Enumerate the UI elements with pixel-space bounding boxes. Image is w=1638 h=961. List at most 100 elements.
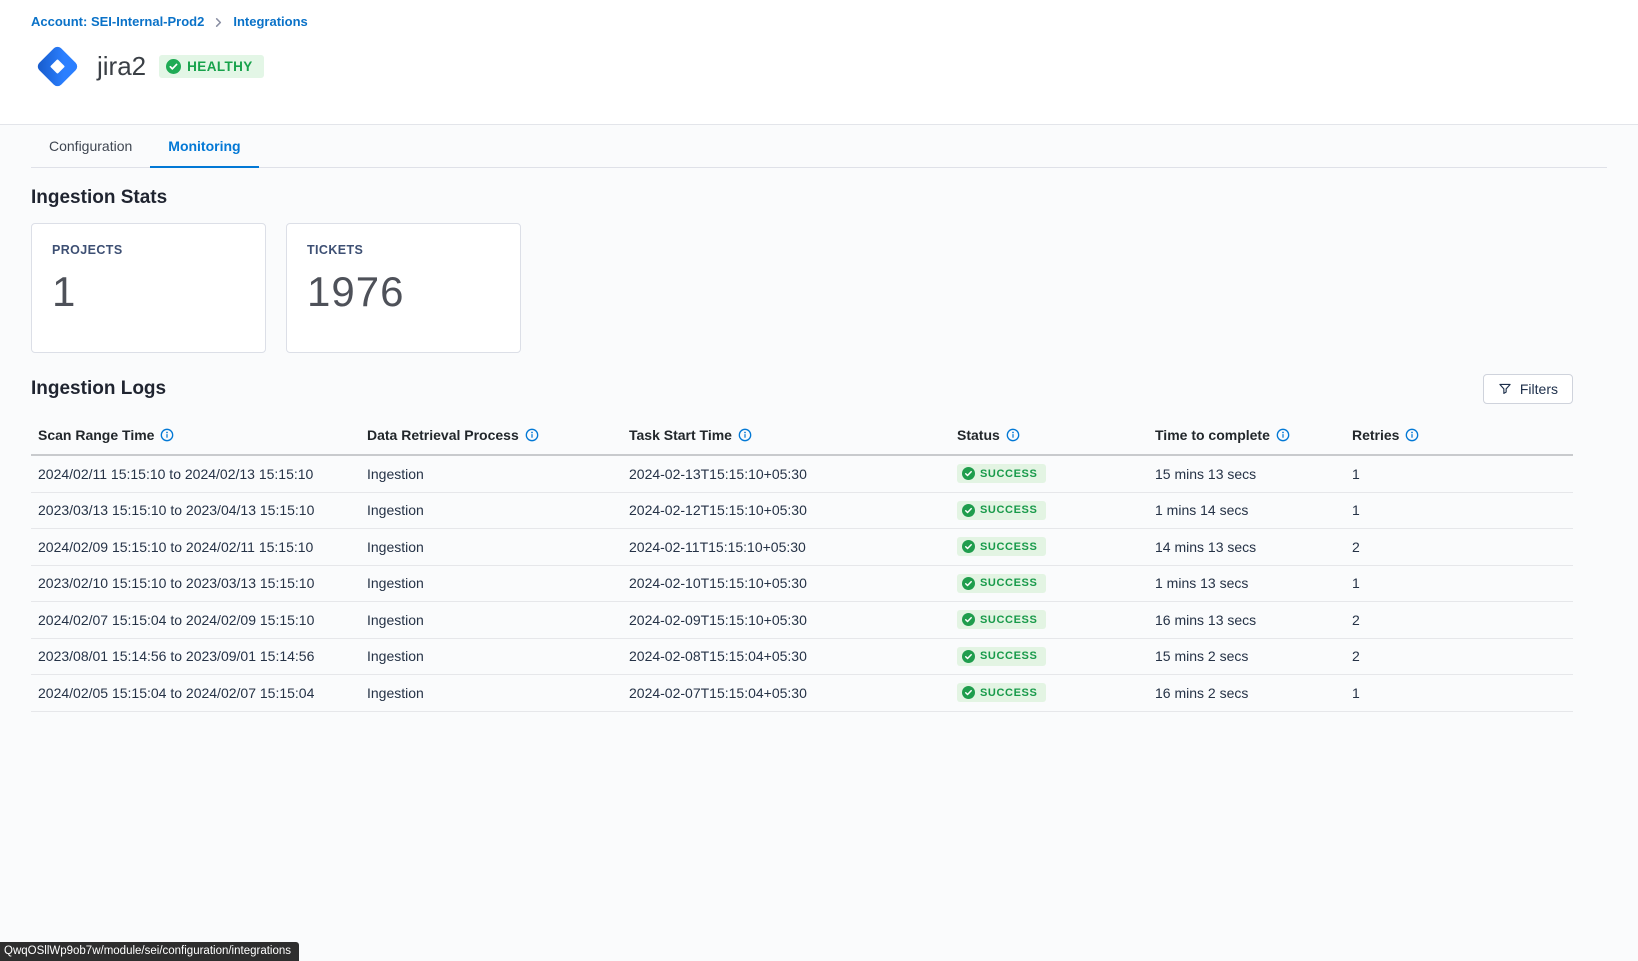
cell-status: SUCCESS: [950, 683, 1148, 702]
cell-status: SUCCESS: [950, 574, 1148, 593]
cell-data-retrieval-process: Ingestion: [360, 685, 622, 701]
status-label: SUCCESS: [980, 650, 1037, 662]
ingestion-stats-title: Ingestion Stats: [31, 187, 1607, 209]
cell-status: SUCCESS: [950, 610, 1148, 629]
chevron-right-icon: [213, 17, 224, 28]
cell-status: SUCCESS: [950, 647, 1148, 666]
cell-task-start-time: 2024-02-13T15:15:10+05:30: [622, 466, 950, 482]
ingestion-logs-title: Ingestion Logs: [31, 378, 166, 400]
tickets-stat-value: 1976: [307, 268, 500, 316]
column-header-scan-range-time[interactable]: Scan Range Time: [31, 427, 360, 443]
tab-monitoring[interactable]: Monitoring: [150, 125, 258, 168]
cell-task-start-time: 2024-02-10T15:15:10+05:30: [622, 575, 950, 591]
integration-title: jira2: [97, 51, 146, 82]
check-circle-icon: [962, 613, 975, 626]
cell-task-start-time: 2024-02-08T15:15:04+05:30: [622, 648, 950, 664]
cell-retries: 2: [1345, 539, 1573, 555]
cell-data-retrieval-process: Ingestion: [360, 466, 622, 482]
cell-time-to-complete: 1 mins 13 secs: [1148, 575, 1345, 591]
info-icon: [525, 428, 539, 442]
table-row[interactable]: 2024/02/07 15:15:04 to 2024/02/09 15:15:…: [31, 602, 1573, 639]
cell-time-to-complete: 16 mins 13 secs: [1148, 612, 1345, 628]
breadcrumb-account-link[interactable]: Account: SEI-Internal-Prod2: [31, 14, 204, 29]
ingestion-logs-table: Scan Range Time Data Retrieval Process Tas…: [31, 413, 1573, 712]
jira-logo-icon: [31, 40, 84, 93]
status-badge: SUCCESS: [957, 537, 1046, 556]
link-preview-statusbar: QwqOSllWp9ob7w/module/sei/configuration/…: [0, 942, 299, 961]
table-row[interactable]: 2024/02/09 15:15:10 to 2024/02/11 15:15:…: [31, 529, 1573, 566]
cell-status: SUCCESS: [950, 501, 1148, 520]
status-badge: SUCCESS: [957, 683, 1046, 702]
ingestion-logs-header: Ingestion Logs Filters: [31, 374, 1573, 404]
column-header-data-retrieval-process[interactable]: Data Retrieval Process: [360, 427, 622, 443]
filters-button[interactable]: Filters: [1483, 374, 1573, 404]
cell-task-start-time: 2024-02-12T15:15:10+05:30: [622, 502, 950, 518]
check-circle-icon: [166, 59, 181, 74]
cell-data-retrieval-process: Ingestion: [360, 575, 622, 591]
tickets-stat-card: TICKETS 1976: [286, 223, 521, 353]
cell-status: SUCCESS: [950, 464, 1148, 483]
column-header-task-start-time[interactable]: Task Start Time: [622, 427, 950, 443]
tab-configuration[interactable]: Configuration: [31, 125, 150, 167]
cell-time-to-complete: 16 mins 2 secs: [1148, 685, 1345, 701]
cell-task-start-time: 2024-02-09T15:15:10+05:30: [622, 612, 950, 628]
table-row[interactable]: 2023/08/01 15:14:56 to 2023/09/01 15:14:…: [31, 639, 1573, 676]
column-header-status[interactable]: Status: [950, 427, 1148, 443]
column-label: Data Retrieval Process: [367, 427, 519, 443]
info-icon: [1276, 428, 1290, 442]
info-icon: [1405, 428, 1419, 442]
cell-retries: 2: [1345, 612, 1573, 628]
filters-button-label: Filters: [1520, 381, 1558, 397]
check-circle-icon: [962, 686, 975, 699]
cell-data-retrieval-process: Ingestion: [360, 648, 622, 664]
cell-retries: 1: [1345, 575, 1573, 591]
breadcrumb-integrations-link[interactable]: Integrations: [233, 14, 307, 29]
cell-time-to-complete: 14 mins 13 secs: [1148, 539, 1345, 555]
table-body: 2024/02/11 15:15:10 to 2024/02/13 15:15:…: [31, 456, 1573, 712]
page-header: Account: SEI-Internal-Prod2 Integrations…: [0, 0, 1638, 125]
health-status-label: HEALTHY: [187, 59, 253, 74]
column-label: Task Start Time: [629, 427, 732, 443]
status-label: SUCCESS: [980, 687, 1037, 699]
cell-retries: 1: [1345, 466, 1573, 482]
funnel-icon: [1498, 382, 1512, 396]
cell-time-to-complete: 15 mins 2 secs: [1148, 648, 1345, 664]
cell-scan-range-time: 2024/02/05 15:15:04 to 2024/02/07 15:15:…: [31, 685, 360, 701]
status-badge: SUCCESS: [957, 501, 1046, 520]
cell-scan-range-time: 2023/03/13 15:15:10 to 2023/04/13 15:15:…: [31, 502, 360, 518]
cell-scan-range-time: 2023/02/10 15:15:10 to 2023/03/13 15:15:…: [31, 575, 360, 591]
check-circle-icon: [962, 540, 975, 553]
cell-task-start-time: 2024-02-11T15:15:10+05:30: [622, 539, 950, 555]
table-row[interactable]: 2023/02/10 15:15:10 to 2023/03/13 15:15:…: [31, 566, 1573, 603]
cell-task-start-time: 2024-02-07T15:15:04+05:30: [622, 685, 950, 701]
status-badge: SUCCESS: [957, 464, 1046, 483]
tab-bar: Configuration Monitoring: [31, 125, 1607, 168]
cell-retries: 2: [1345, 648, 1573, 664]
table-header-row: Scan Range Time Data Retrieval Process Tas…: [31, 413, 1573, 456]
cell-status: SUCCESS: [950, 537, 1148, 556]
table-row[interactable]: 2024/02/11 15:15:10 to 2024/02/13 15:15:…: [31, 456, 1573, 493]
status-badge: SUCCESS: [957, 610, 1046, 629]
projects-stat-label: PROJECTS: [52, 243, 245, 257]
table-row[interactable]: 2023/03/13 15:15:10 to 2023/04/13 15:15:…: [31, 493, 1573, 530]
info-icon: [738, 428, 752, 442]
check-circle-icon: [962, 577, 975, 590]
info-icon: [160, 428, 174, 442]
integration-titlebar: jira2 HEALTHY: [31, 40, 1607, 93]
cell-scan-range-time: 2024/02/09 15:15:10 to 2024/02/11 15:15:…: [31, 539, 360, 555]
column-header-retries[interactable]: Retries: [1345, 427, 1573, 443]
cell-scan-range-time: 2023/08/01 15:14:56 to 2023/09/01 15:14:…: [31, 648, 360, 664]
check-circle-icon: [962, 650, 975, 663]
cell-scan-range-time: 2024/02/11 15:15:10 to 2024/02/13 15:15:…: [31, 466, 360, 482]
status-label: SUCCESS: [980, 504, 1037, 516]
breadcrumb: Account: SEI-Internal-Prod2 Integrations: [31, 14, 1607, 29]
cell-data-retrieval-process: Ingestion: [360, 502, 622, 518]
check-circle-icon: [962, 504, 975, 517]
stats-cards: PROJECTS 1 TICKETS 1976: [31, 223, 1607, 353]
info-icon: [1006, 428, 1020, 442]
column-header-time-to-complete[interactable]: Time to complete: [1148, 427, 1345, 443]
table-row[interactable]: 2024/02/05 15:15:04 to 2024/02/07 15:15:…: [31, 675, 1573, 712]
column-label: Retries: [1352, 427, 1399, 443]
status-label: SUCCESS: [980, 614, 1037, 626]
status-label: SUCCESS: [980, 577, 1037, 589]
